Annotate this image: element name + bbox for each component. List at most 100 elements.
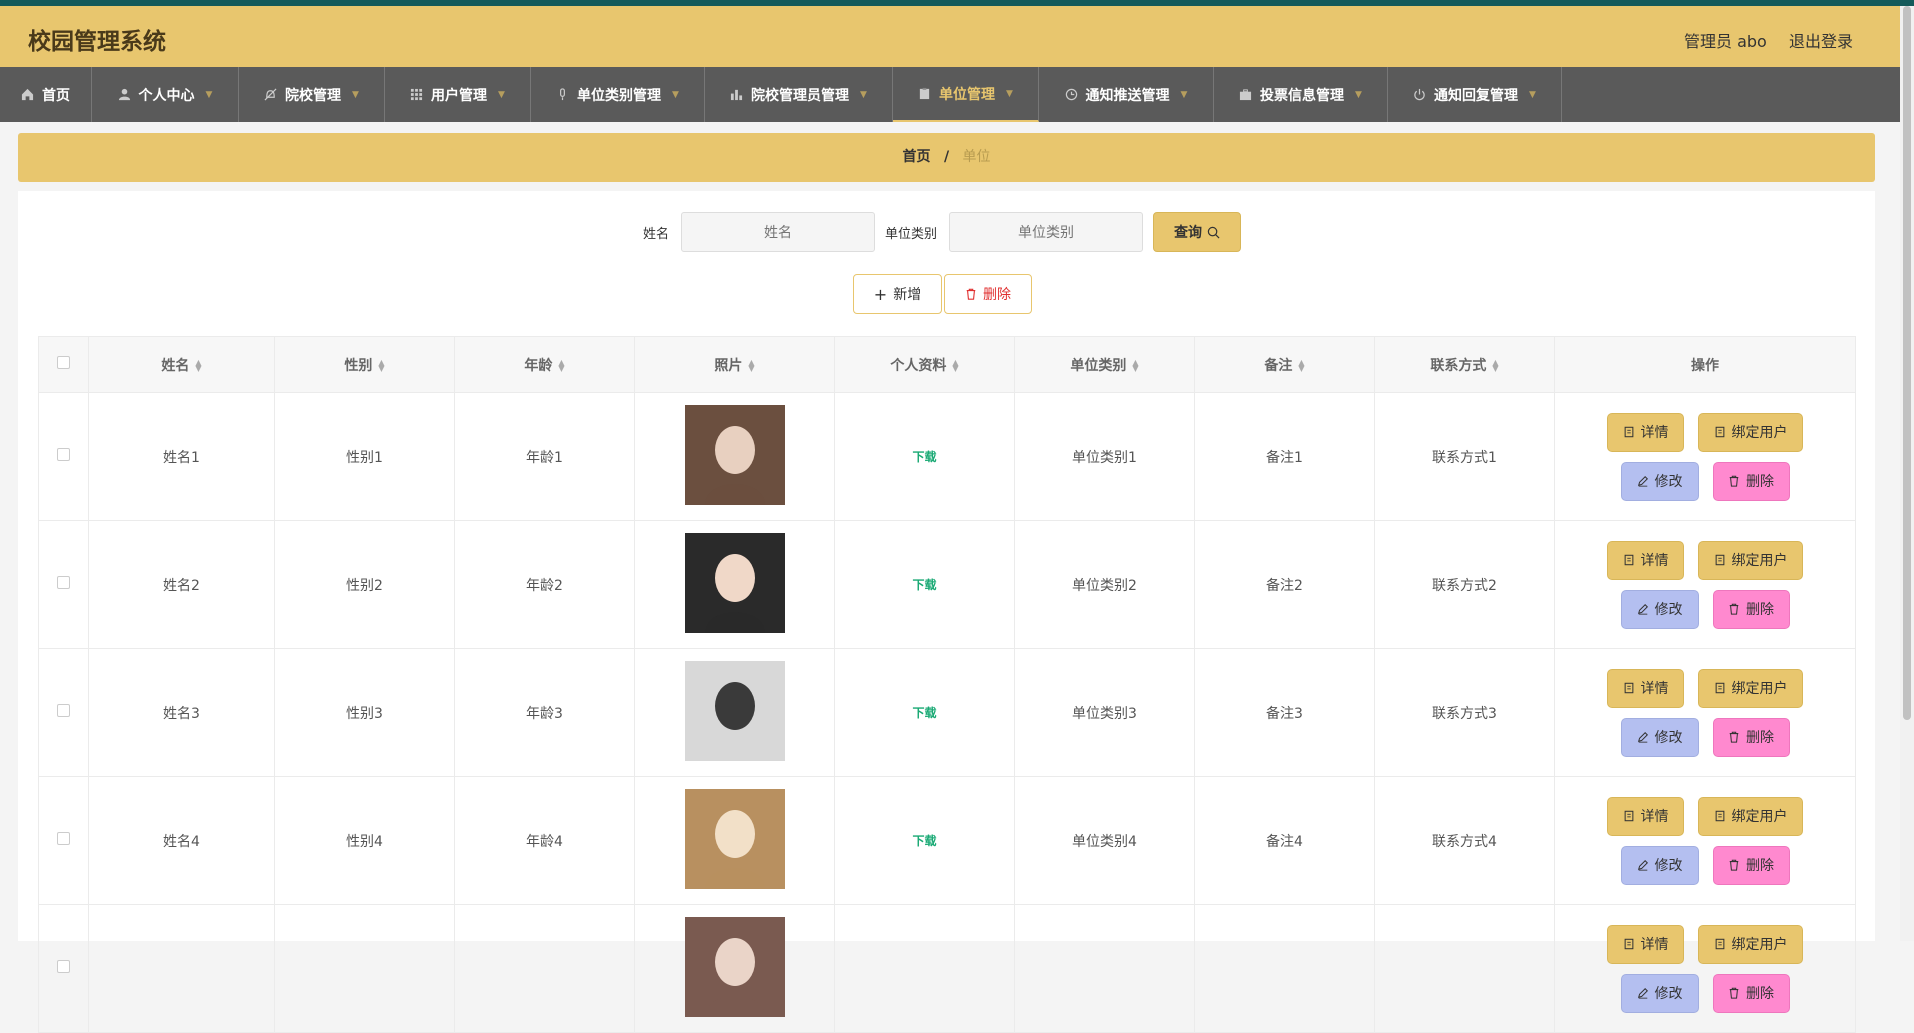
table-row: 详情 绑定用户 修改 删除: [38, 904, 1856, 1033]
delete-button[interactable]: 删除: [1712, 717, 1790, 757]
column-header-profile[interactable]: 个人资料 ▲ ▼: [834, 336, 1015, 393]
row-checkbox[interactable]: [57, 832, 70, 845]
category-input[interactable]: [949, 212, 1144, 252]
column-header-contact[interactable]: 联系方式 ▲ ▼: [1374, 336, 1555, 393]
delete-button[interactable]: 删除: [1712, 589, 1790, 629]
download-link[interactable]: 下载: [912, 578, 936, 592]
bind-user-button[interactable]: 绑定用户: [1698, 796, 1803, 836]
name-input[interactable]: [681, 212, 876, 252]
profile-photo[interactable]: [684, 404, 785, 505]
add-button[interactable]: + 新增: [853, 274, 942, 314]
sort-icon[interactable]: ▲ ▼: [1492, 358, 1498, 372]
query-button[interactable]: 查询: [1153, 212, 1242, 252]
chevron-down-icon: ▼: [498, 89, 505, 100]
nav-item-unit-category[interactable]: 单位类别管理 ▼: [531, 67, 705, 122]
cell-contact: 联系方式2: [1374, 520, 1555, 649]
cell-gender: 性别1: [274, 392, 455, 521]
edit-button[interactable]: 修改: [1620, 589, 1699, 629]
bind-user-button[interactable]: 绑定用户: [1698, 668, 1803, 708]
column-header-label: 照片: [714, 357, 743, 374]
row-actions: 详情 绑定用户 修改 删除: [1555, 924, 1855, 1013]
nav-item-notice-reply[interactable]: 通知回复管理 ▼: [1388, 67, 1562, 122]
nav-item-notice-push[interactable]: 通知推送管理 ▼: [1039, 67, 1214, 122]
nav-item-home[interactable]: 首页: [0, 67, 92, 122]
detail-button[interactable]: 详情: [1607, 412, 1684, 452]
column-header-gender[interactable]: 性别 ▲ ▼: [274, 336, 455, 393]
sort-icon[interactable]: ▲ ▼: [1298, 358, 1304, 372]
profile-photo[interactable]: [684, 916, 785, 1017]
scrollbar[interactable]: [1900, 6, 1914, 941]
cell-name: 姓名2: [88, 520, 275, 649]
table-row: 姓名3 性别3 年龄3 下载 单位类别3 备注3 联系方式3 详情 绑定用户 修…: [38, 648, 1856, 777]
cell-category: 单位类别1: [1014, 392, 1195, 521]
nav-item-unit[interactable]: 单位管理 ▼: [893, 67, 1039, 122]
row-actions-bottom: 修改 删除: [1620, 589, 1790, 629]
bind-user-button[interactable]: 绑定用户: [1698, 924, 1803, 964]
delete-button[interactable]: 删除: [1712, 461, 1790, 501]
logout-link[interactable]: 退出登录: [1789, 28, 1853, 52]
edit-button[interactable]: 修改: [1620, 845, 1699, 885]
select-all-checkbox[interactable]: [57, 356, 70, 369]
trash-icon: [1729, 987, 1739, 999]
bind-user-button[interactable]: 绑定用户: [1698, 540, 1803, 580]
detail-button[interactable]: 详情: [1607, 668, 1684, 708]
nav-item-personal[interactable]: 个人中心 ▼: [92, 67, 239, 122]
row-checkbox[interactable]: [57, 704, 70, 717]
detail-button[interactable]: 详情: [1607, 924, 1684, 964]
clock-icon: [1065, 88, 1077, 101]
nav-item-vote[interactable]: 投票信息管理 ▼: [1214, 67, 1388, 122]
sort-icon[interactable]: ▲ ▼: [748, 358, 754, 372]
chevron-down-icon: ▼: [205, 89, 213, 100]
detail-label: 详情: [1640, 553, 1669, 569]
download-link[interactable]: 下载: [912, 834, 936, 848]
bind-label: 绑定用户: [1731, 809, 1788, 825]
row-actions: 详情 绑定用户 修改 删除: [1555, 412, 1855, 501]
row-checkbox[interactable]: [57, 576, 70, 589]
profile-photo[interactable]: [684, 532, 785, 633]
sort-icon[interactable]: ▲ ▼: [378, 358, 384, 372]
bind-label: 绑定用户: [1731, 553, 1788, 569]
edit-button[interactable]: 修改: [1620, 717, 1699, 757]
sort-icon[interactable]: ▲ ▼: [952, 358, 958, 372]
batch-delete-button[interactable]: 删除: [944, 274, 1032, 314]
nav-item-users[interactable]: 用户管理 ▼: [385, 67, 531, 122]
delete-button[interactable]: 删除: [1712, 845, 1790, 885]
sort-icon[interactable]: ▲ ▼: [558, 358, 564, 372]
row-actions-top: 详情 绑定用户: [1607, 796, 1803, 836]
search-icon: [1207, 226, 1220, 238]
cell-profile: 下载: [834, 648, 1015, 777]
breadcrumb-home[interactable]: 首页: [902, 149, 930, 165]
chevron-down-icon: ▼: [352, 89, 359, 100]
scrollbar-thumb[interactable]: [1903, 6, 1911, 720]
edit-button[interactable]: 修改: [1620, 973, 1699, 1013]
column-header-photo[interactable]: 照片 ▲ ▼: [634, 336, 835, 393]
cell-age: 年龄3: [454, 648, 635, 777]
row-checkbox[interactable]: [57, 448, 70, 461]
cell-profile: [834, 904, 1015, 1033]
profile-photo[interactable]: [684, 660, 785, 761]
download-link[interactable]: 下载: [912, 450, 936, 464]
cell-category: [1014, 904, 1195, 1033]
column-header-age[interactable]: 年龄 ▲ ▼: [454, 336, 635, 393]
detail-button[interactable]: 详情: [1607, 540, 1684, 580]
bind-label: 绑定用户: [1731, 425, 1788, 441]
table-row: 姓名1 性别1 年龄1 下载 单位类别1 备注1 联系方式1 详情 绑定用户 修…: [38, 392, 1856, 521]
column-header-name[interactable]: 姓名 ▲ ▼: [88, 336, 275, 393]
nav-item-school-admin[interactable]: 院校管理员管理 ▼: [705, 67, 893, 122]
column-header-category[interactable]: 单位类别 ▲ ▼: [1014, 336, 1195, 393]
profile-photo[interactable]: [684, 788, 785, 889]
nav-item-school[interactable]: 院校管理 ▼: [239, 67, 385, 122]
row-checkbox[interactable]: [57, 960, 70, 973]
download-link[interactable]: 下载: [912, 706, 936, 720]
bind-user-button[interactable]: 绑定用户: [1698, 412, 1803, 452]
cell-note: 备注1: [1194, 392, 1375, 521]
edit-button[interactable]: 修改: [1620, 461, 1699, 501]
column-header-note[interactable]: 备注 ▲ ▼: [1194, 336, 1375, 393]
cell-gender: 性别2: [274, 520, 455, 649]
sort-icon[interactable]: ▲ ▼: [1132, 358, 1138, 372]
sort-icon[interactable]: ▲ ▼: [195, 358, 201, 372]
detail-button[interactable]: 详情: [1607, 796, 1684, 836]
cell-name: [88, 904, 275, 1033]
query-label: 查询: [1174, 225, 1203, 241]
delete-button[interactable]: 删除: [1712, 973, 1790, 1013]
